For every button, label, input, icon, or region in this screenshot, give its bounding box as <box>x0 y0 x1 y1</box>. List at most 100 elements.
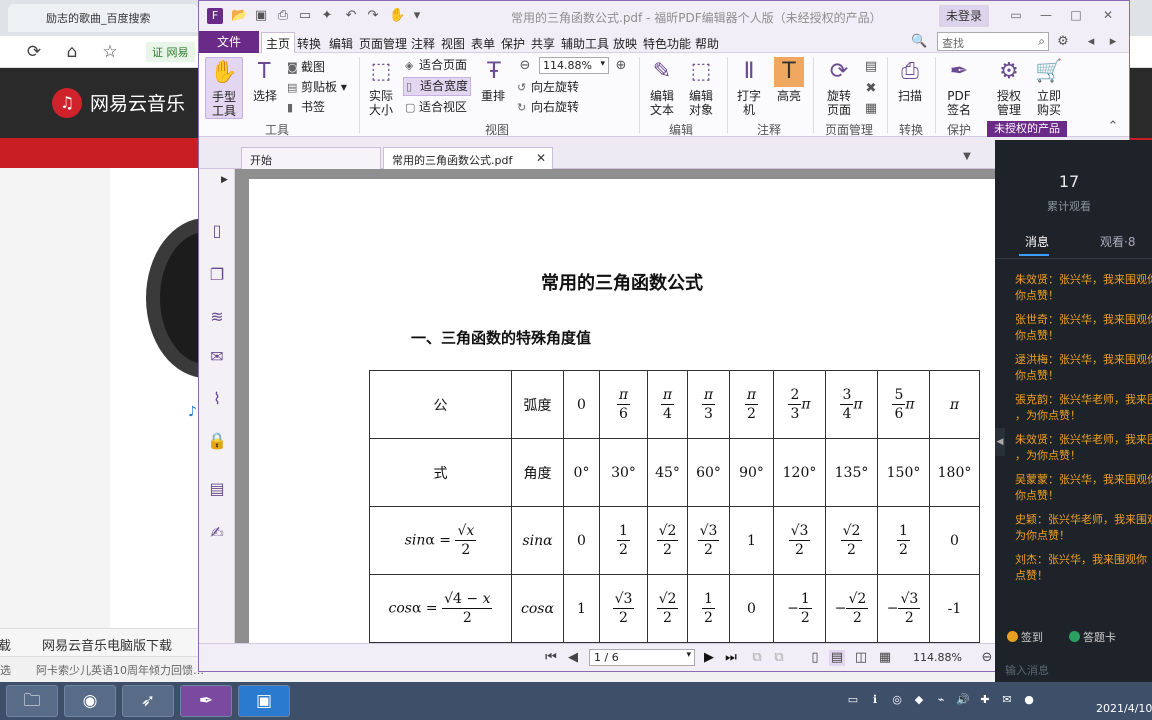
rotate-page-button[interactable]: ⟳ 旋转页面 <box>819 57 859 119</box>
edit-object-button[interactable]: ⬚ 编辑对象 <box>683 57 719 119</box>
menu-convert[interactable]: 转换 <box>297 35 321 52</box>
file-explorer-icon[interactable]: 🗀 <box>6 685 58 717</box>
menu-features[interactable]: 特色功能 <box>643 35 691 52</box>
browser-360-icon[interactable]: ◉ <box>64 685 116 717</box>
edit-text-button[interactable]: ✎ 编辑文本 <box>645 57 679 119</box>
zoom-out-icon[interactable]: ⊖ <box>517 58 533 74</box>
browser-tab[interactable]: 励志的歌曲_百度搜索 <box>8 4 198 32</box>
close-icon[interactable]: ✕ <box>1093 5 1123 25</box>
tab-start[interactable]: 开始 <box>241 147 381 169</box>
page-number-input[interactable]: 1 / 6 ▾ <box>589 649 695 666</box>
extract-page-icon[interactable]: ▦ <box>863 101 879 117</box>
menu-page-manage[interactable]: 页面管理 <box>359 35 407 52</box>
document-view[interactable]: 常用的三角函数公式 一、三角函数的特殊角度值 公 弧度 0 π6 π4 π3 π… <box>235 169 995 643</box>
menu-help[interactable]: 帮助 <box>695 35 719 52</box>
form-fields-icon[interactable]: ▤ <box>207 479 227 499</box>
rotate-left-button[interactable]: ↺ 向左旋转 <box>517 79 579 96</box>
comments-icon[interactable]: ✉ <box>207 347 227 367</box>
restore-ribbon-icon[interactable]: ▭ <box>1001 5 1031 25</box>
feather-app-icon[interactable]: ➶ <box>122 685 174 717</box>
auth-manage-button[interactable]: ⚙ 授权管理 <box>991 57 1027 119</box>
tray-display-icon[interactable]: ▭ <box>846 693 860 707</box>
music-logo[interactable]: ♫ 网易云音乐 <box>52 88 185 120</box>
chat-input[interactable]: 输入消息 <box>1005 662 1049 678</box>
settings-icon[interactable]: ⚙ <box>1055 34 1071 50</box>
attachment-icon[interactable]: ⌇ <box>207 389 227 409</box>
new-icon[interactable]: ✦ <box>319 8 335 24</box>
save-icon[interactable]: ▣ <box>253 8 269 24</box>
scan-button[interactable]: ⎙ 扫描 <box>893 57 927 119</box>
rotate-right-button[interactable]: ↻ 向右旋转 <box>517 99 579 116</box>
refresh-icon[interactable]: ⟳ <box>24 42 44 62</box>
fit-visible-button[interactable]: ▢ 适合视区 <box>405 99 467 116</box>
redo-icon[interactable]: ↷ <box>365 8 381 24</box>
search-icon[interactable]: ⌕ <box>1038 34 1045 49</box>
actual-size-button[interactable]: ⬚ 实际大小 <box>365 57 397 119</box>
reflow-button[interactable]: Ŧ 重排 <box>479 57 507 119</box>
tray-record-icon[interactable]: ● <box>1022 693 1036 707</box>
menu-view[interactable]: 视图 <box>441 35 465 52</box>
tray-network-icon[interactable]: ⌁ <box>934 693 948 707</box>
tray-security-icon[interactable]: ◆ <box>912 693 926 707</box>
calendar-app-icon[interactable]: ▣ <box>238 685 290 717</box>
tab-list-icon[interactable]: ▼ <box>959 149 975 165</box>
file-menu[interactable]: 文件 <box>199 31 259 53</box>
minimize-icon[interactable]: — <box>1031 5 1061 25</box>
search-input[interactable]: 查找 ⌕ <box>937 32 1049 51</box>
maximize-icon[interactable]: □ <box>1061 5 1091 25</box>
prev-view-icon[interactable]: ⧉ <box>749 650 765 666</box>
download-link[interactable]: 网易云音乐电脑版下载 <box>42 635 172 654</box>
typewriter-button[interactable]: Ⅱ 打字机 <box>733 57 765 119</box>
zoom-select[interactable]: 114.88% ▾ <box>539 57 609 74</box>
bookmark-link[interactable]: 证 网易 <box>146 42 195 62</box>
menu-annotate[interactable]: 注释 <box>411 35 435 52</box>
tab-document[interactable]: 常用的三角函数公式.pdf ✕ <box>383 147 553 169</box>
tray-volume-icon[interactable]: 🔊 <box>956 693 970 707</box>
pages-icon[interactable]: ❐ <box>207 265 227 285</box>
insert-page-icon[interactable]: ▤ <box>863 59 879 75</box>
tab-viewers[interactable]: 观看·8 <box>1100 233 1135 250</box>
star-icon[interactable]: ☆ <box>100 42 120 62</box>
last-page-icon[interactable]: ⏭ <box>723 650 739 666</box>
snapshot-button[interactable]: ◙ 截图 <box>287 59 325 76</box>
menu-edit[interactable]: 编辑 <box>329 35 353 52</box>
fit-width-button[interactable]: ▯ 适合宽度 <box>403 77 472 96</box>
app-logo-icon[interactable]: F <box>207 8 223 24</box>
undo-icon[interactable]: ↶ <box>343 8 359 24</box>
tray-update-icon[interactable]: ✚ <box>978 693 992 707</box>
menu-form[interactable]: 表单 <box>471 35 495 52</box>
first-page-icon[interactable]: ⏮ <box>543 650 559 666</box>
pdf-sign-button[interactable]: ✒ PDF签名 <box>941 57 977 119</box>
fit-page-button[interactable]: ◈ 适合页面 <box>405 57 467 74</box>
facing-page-icon[interactable]: ◫ <box>853 650 869 666</box>
next-page-icon[interactable]: ▶ <box>701 650 717 666</box>
foxit-pdf-icon[interactable]: ✒ <box>180 685 232 717</box>
news-ticker[interactable]: 阿卡索少儿英语10周年倾力回馈… <box>36 662 204 678</box>
menu-protect[interactable]: 保护 <box>501 35 525 52</box>
nav-forward-icon[interactable]: ▸ <box>1105 34 1121 50</box>
menu-slideshow[interactable]: 放映 <box>613 35 637 52</box>
tray-app-icon[interactable]: ◎ <box>890 693 904 707</box>
zoom-in-icon[interactable]: ⊕ <box>613 58 629 74</box>
menu-home[interactable]: 主页 <box>261 32 296 54</box>
home-icon[interactable]: ⌂ <box>62 42 82 62</box>
find-options-icon[interactable]: 🔍 <box>911 34 927 50</box>
close-tab-icon[interactable]: ✕ <box>536 151 546 165</box>
menu-accessibility[interactable]: 辅助工具 <box>561 35 609 52</box>
continuous-facing-icon[interactable]: ▦ <box>877 650 893 666</box>
login-button[interactable]: 未登录 <box>939 5 989 27</box>
signature-panel-icon[interactable]: ✍ <box>207 523 227 543</box>
clipboard-button[interactable]: ▤ 剪贴板 ▾ <box>287 79 347 96</box>
nav-back-icon[interactable]: ◂ <box>1083 34 1099 50</box>
layers-icon[interactable]: ≋ <box>207 307 227 327</box>
properties-icon[interactable]: ▭ <box>297 8 313 24</box>
open-icon[interactable]: 📂 <box>231 8 247 24</box>
single-page-icon[interactable]: ▯ <box>807 650 823 666</box>
expand-panel-icon[interactable]: ▶ <box>221 175 228 185</box>
select-button[interactable]: Ꭲ 选择 <box>247 57 283 119</box>
checkin-button[interactable]: 签到 <box>1007 629 1043 645</box>
print-icon[interactable]: ⎙ <box>275 8 291 24</box>
prev-page-icon[interactable]: ◀ <box>565 650 581 666</box>
collapse-chat-icon[interactable]: ◀ <box>995 428 1005 456</box>
security-lock-icon[interactable]: 🔒 <box>207 431 227 451</box>
